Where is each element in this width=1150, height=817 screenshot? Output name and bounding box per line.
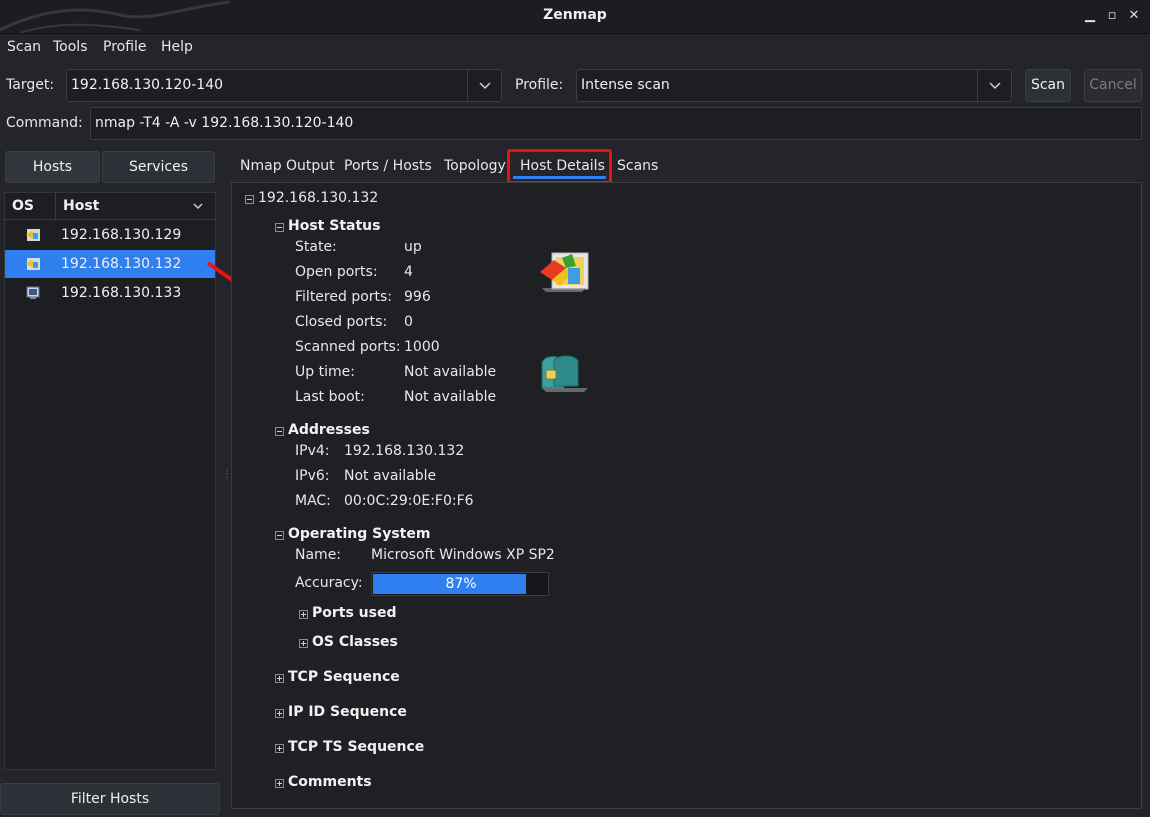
host-row[interactable]: 192.168.130.133 [5, 279, 215, 307]
chevron-down-icon [479, 82, 491, 90]
minimize-icon[interactable]: ▁ [1080, 6, 1100, 26]
last-boot-value: Not available [404, 389, 497, 405]
mac-value: 00:0C:29:0E:F0:F6 [344, 493, 474, 509]
expand-toggle[interactable] [299, 639, 308, 648]
windows-os-icon [26, 258, 40, 270]
uptime-value: Not available [404, 364, 497, 380]
target-combobox[interactable]: 192.168.130.120-140 [66, 69, 502, 102]
profile-dropdown-button[interactable] [977, 70, 1011, 101]
collapse-toggle[interactable] [275, 531, 284, 540]
details-host-title: 192.168.130.132 [258, 190, 379, 206]
filter-hosts-button[interactable]: Filter Hosts [0, 783, 220, 815]
column-divider [55, 193, 56, 219]
command-label: Command: [6, 115, 83, 131]
state-label: State: [295, 239, 337, 255]
expand-toggle[interactable] [275, 674, 284, 683]
comments-heading[interactable]: Comments [288, 774, 372, 790]
windows-os-icon [540, 252, 589, 292]
chevron-down-icon [989, 82, 1001, 90]
expand-toggle[interactable] [299, 610, 308, 619]
closed-ports-label: Closed ports: [295, 314, 388, 330]
chevron-down-icon[interactable] [191, 199, 205, 213]
collapse-toggle[interactable] [275, 223, 284, 232]
command-value[interactable]: nmap -T4 -A -v 192.168.130.120-140 [95, 115, 353, 131]
filtered-ports-value: 996 [404, 289, 431, 305]
host-row-selected[interactable]: 192.168.130.132 [5, 250, 215, 278]
ipv6-value: Not available [344, 468, 437, 484]
uptime-label: Up time: [295, 364, 355, 380]
os-classes-heading[interactable]: OS Classes [312, 634, 398, 650]
ipv4-value: 192.168.130.132 [344, 443, 465, 459]
open-ports-label: Open ports: [295, 264, 378, 280]
host-ip[interactable]: 192.168.130.133 [61, 279, 181, 307]
os-name-value: Microsoft Windows XP SP2 [371, 547, 555, 563]
menu-scan[interactable]: Scan [7, 39, 41, 55]
menu-help[interactable]: Help [161, 39, 193, 55]
target-label: Target: [6, 77, 55, 93]
pane-splitter-handle[interactable]: ⋮ [222, 470, 232, 486]
windows-os-icon [26, 229, 40, 241]
title-bar: Zenmap ▁ ▫ ✕ [0, 0, 1150, 34]
unknown-os-icon [26, 286, 40, 299]
filtered-ports-label: Filtered ports: [295, 289, 393, 305]
host-ip[interactable]: 192.168.130.129 [61, 221, 181, 249]
tcp-sequence-heading[interactable]: TCP Sequence [288, 669, 400, 685]
host-list[interactable]: OS Host 192.168.130.129 192.168.130.132 … [4, 192, 216, 770]
close-icon[interactable]: ✕ [1124, 6, 1144, 26]
scan-button[interactable]: Scan [1025, 69, 1071, 102]
open-ports-value: 4 [404, 264, 413, 280]
tab-topology[interactable]: Topology [444, 158, 506, 174]
expand-toggle[interactable] [275, 709, 284, 718]
target-dropdown-button[interactable] [467, 70, 501, 101]
scanned-ports-label: Scanned ports: [295, 339, 401, 355]
hosts-tab-button[interactable]: Hosts [5, 151, 100, 183]
collapse-toggle[interactable] [275, 427, 284, 436]
col-os-header[interactable]: OS [12, 193, 34, 219]
addresses-heading[interactable]: Addresses [288, 422, 370, 438]
accuracy-progress-text: 87% [445, 576, 477, 592]
menu-tools[interactable]: Tools [53, 39, 88, 55]
host-row[interactable]: 192.168.130.129 [5, 221, 215, 249]
mac-label: MAC: [295, 493, 331, 509]
tab-scans[interactable]: Scans [617, 158, 658, 174]
collapse-toggle[interactable] [245, 195, 254, 204]
profile-label: Profile: [515, 77, 564, 93]
cancel-button[interactable]: Cancel [1084, 69, 1142, 102]
menu-profile[interactable]: Profile [103, 39, 147, 55]
ports-used-heading[interactable]: Ports used [312, 605, 397, 621]
profile-value[interactable]: Intense scan [581, 77, 670, 93]
ip-id-sequence-heading[interactable]: IP ID Sequence [288, 704, 407, 720]
annotation-highlight-box [507, 149, 612, 184]
header-divider [5, 219, 215, 220]
closed-ports-value: 0 [404, 314, 413, 330]
host-ip[interactable]: 192.168.130.132 [61, 250, 181, 278]
ipv6-label: IPv6: [295, 468, 330, 484]
maximize-icon[interactable]: ▫ [1102, 6, 1122, 26]
profile-combobox[interactable]: Intense scan [576, 69, 1012, 102]
services-tab-button[interactable]: Services [102, 151, 215, 183]
target-value[interactable]: 192.168.130.120-140 [71, 77, 223, 93]
scanned-ports-value: 1000 [404, 339, 440, 355]
last-boot-label: Last boot: [295, 389, 365, 405]
treasure-chest-icon [541, 355, 588, 392]
operating-system-heading[interactable]: Operating System [288, 526, 430, 542]
expand-toggle[interactable] [275, 779, 284, 788]
accuracy-label: Accuracy: [295, 575, 363, 591]
window-title: Zenmap [543, 7, 607, 23]
tcp-ts-sequence-heading[interactable]: TCP TS Sequence [288, 739, 424, 755]
state-value: up [404, 239, 422, 255]
host-status-heading[interactable]: Host Status [288, 218, 380, 234]
command-input[interactable]: nmap -T4 -A -v 192.168.130.120-140 [90, 107, 1142, 140]
tab-ports-hosts[interactable]: Ports / Hosts [344, 158, 432, 174]
os-name-label: Name: [295, 547, 342, 563]
expand-toggle[interactable] [275, 744, 284, 753]
accuracy-progress-bar: 87% [371, 572, 549, 596]
col-host-header[interactable]: Host [63, 193, 99, 219]
tab-nmap-output[interactable]: Nmap Output [240, 158, 335, 174]
ipv4-label: IPv4: [295, 443, 330, 459]
